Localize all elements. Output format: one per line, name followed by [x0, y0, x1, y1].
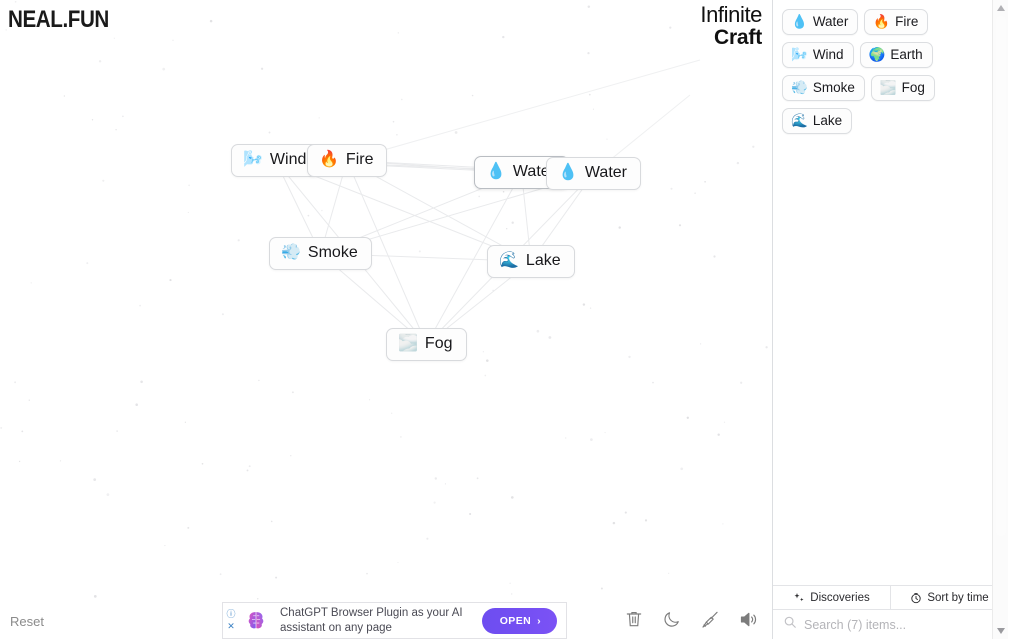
search-input[interactable]: [804, 617, 998, 632]
sidebar-item-lake[interactable]: 🌊 Lake: [782, 108, 853, 134]
search-bar[interactable]: [773, 609, 1008, 639]
smoke-icon: 💨: [791, 79, 808, 95]
ad-text: ChatGPT Browser Plugin as your AI assist…: [271, 606, 482, 634]
game-title-bold: Craft: [713, 26, 762, 49]
neal-fun-logo[interactable]: NEAL.FUN: [8, 6, 109, 34]
broom-icon[interactable]: [698, 607, 722, 631]
fire-icon: 🔥: [873, 13, 891, 29]
sidebar-item-label: Water: [812, 14, 849, 29]
water-icon: 💧: [558, 164, 578, 181]
ad-line-1: ChatGPT Browser Plugin as your AI: [280, 607, 463, 620]
brain-icon: [241, 606, 271, 636]
canvas-node-label: Smoke: [307, 244, 358, 261]
canvas-node-fire[interactable]: 🔥 Fire: [307, 144, 388, 177]
sidebar-item-label: Fog: [901, 80, 925, 95]
elements-sidebar: 💧 Water 🔥 Fire 🌬️ Wind 🌍 Earth 💨 Smoke 🌫️ Fog 🌊 Lake …: [772, 0, 1008, 639]
canvas-node-water2[interactable]: 💧 Water: [546, 157, 641, 190]
water-icon: 💧: [486, 163, 506, 180]
canvas-node-label: Water: [584, 164, 627, 181]
fire-icon: 🔥: [319, 151, 339, 168]
fog-icon: 🌫️: [879, 79, 897, 95]
earth-icon: 🌍: [868, 46, 886, 62]
smoke-icon: 💨: [281, 244, 301, 261]
ad-close-icon[interactable]: ✕: [227, 622, 235, 631]
water-icon: 💧: [791, 13, 808, 29]
moon-icon[interactable]: [660, 607, 684, 631]
tab-discoveries[interactable]: Discoveries: [773, 586, 890, 609]
ad-controls: ⓘ ✕: [223, 603, 239, 638]
tab-sort-by-time[interactable]: Sort by time: [890, 586, 1008, 609]
canvas-toolbar: [622, 607, 760, 631]
lake-icon: 🌊: [791, 112, 808, 128]
crafting-canvas[interactable]: NEAL.FUN Infinite Craft 🌬️ Wind 🔥 Fire 💧 Wate…: [0, 0, 772, 639]
ad-banner[interactable]: ⓘ ✕ ChatGPT Browser Plugin as your AI as…: [222, 602, 567, 639]
canvas-node-label: Wind: [269, 151, 307, 168]
sidebar-item-fog[interactable]: 🌫️ Fog: [870, 75, 935, 101]
sidebar-tabs: Discoveries Sort by time: [773, 585, 1008, 609]
game-title-light: Infinite: [700, 2, 762, 27]
canvas-node-smoke[interactable]: 💨 Smoke: [269, 237, 372, 270]
sidebar-item-fire[interactable]: 🔥 Fire: [864, 9, 929, 35]
canvas-node-label: Fog: [424, 335, 453, 352]
wind-icon: 🌬️: [791, 46, 808, 62]
ad-line-2: assistant on any page: [280, 621, 392, 634]
clock-icon: [910, 592, 922, 604]
ad-info-icon[interactable]: ⓘ: [226, 610, 235, 619]
ad-cta-label: OPEN: [499, 614, 532, 627]
wind-icon: 🌬️: [243, 151, 263, 168]
sidebar-item-label: Fire: [895, 14, 919, 29]
sidebar-item-wind[interactable]: 🌬️ Wind: [782, 42, 854, 68]
canvas-node-label: Lake: [525, 252, 561, 269]
speaker-icon[interactable]: [736, 607, 760, 631]
canvas-node-fog[interactable]: 🌫️ Fog: [386, 328, 467, 361]
sidebar-item-water[interactable]: 💧 Water: [782, 9, 859, 35]
ad-open-button[interactable]: OPEN ›: [481, 607, 557, 634]
connection-lines: [275, 59, 701, 345]
game-title: Infinite Craft: [700, 2, 762, 49]
lake-icon: 🌊: [499, 252, 519, 269]
sidebar-item-label: Lake: [812, 113, 843, 128]
sidebar-item-label: Smoke: [812, 80, 855, 95]
trash-icon[interactable]: [622, 607, 646, 631]
reset-button[interactable]: Reset: [10, 614, 44, 629]
search-icon: [783, 615, 797, 634]
infinite-craft-app: NEAL.FUN Infinite Craft 🌬️ Wind 🔥 Fire 💧 Wate…: [0, 0, 1024, 639]
sidebar-item-earth[interactable]: 🌍 Earth: [859, 42, 933, 68]
element-list: 💧 Water 🔥 Fire 🌬️ Wind 🌍 Earth 💨 Smoke 🌫️ Fog 🌊 Lake: [773, 0, 1008, 585]
sidebar-item-smoke[interactable]: 💨 Smoke: [782, 75, 865, 101]
canvas-node-label: Fire: [345, 151, 374, 168]
star-field: [0, 0, 768, 600]
canvas-node-lake[interactable]: 🌊 Lake: [487, 245, 575, 278]
sidebar-item-label: Earth: [890, 47, 923, 62]
fog-icon: 🌫️: [398, 335, 418, 352]
tab-sort-by-time-label: Sort by time: [927, 591, 989, 604]
chevron-right-icon: ›: [537, 614, 541, 627]
sidebar-item-label: Wind: [812, 47, 844, 62]
tab-discoveries-label: Discoveries: [810, 591, 870, 604]
sparkle-icon: [793, 592, 805, 604]
